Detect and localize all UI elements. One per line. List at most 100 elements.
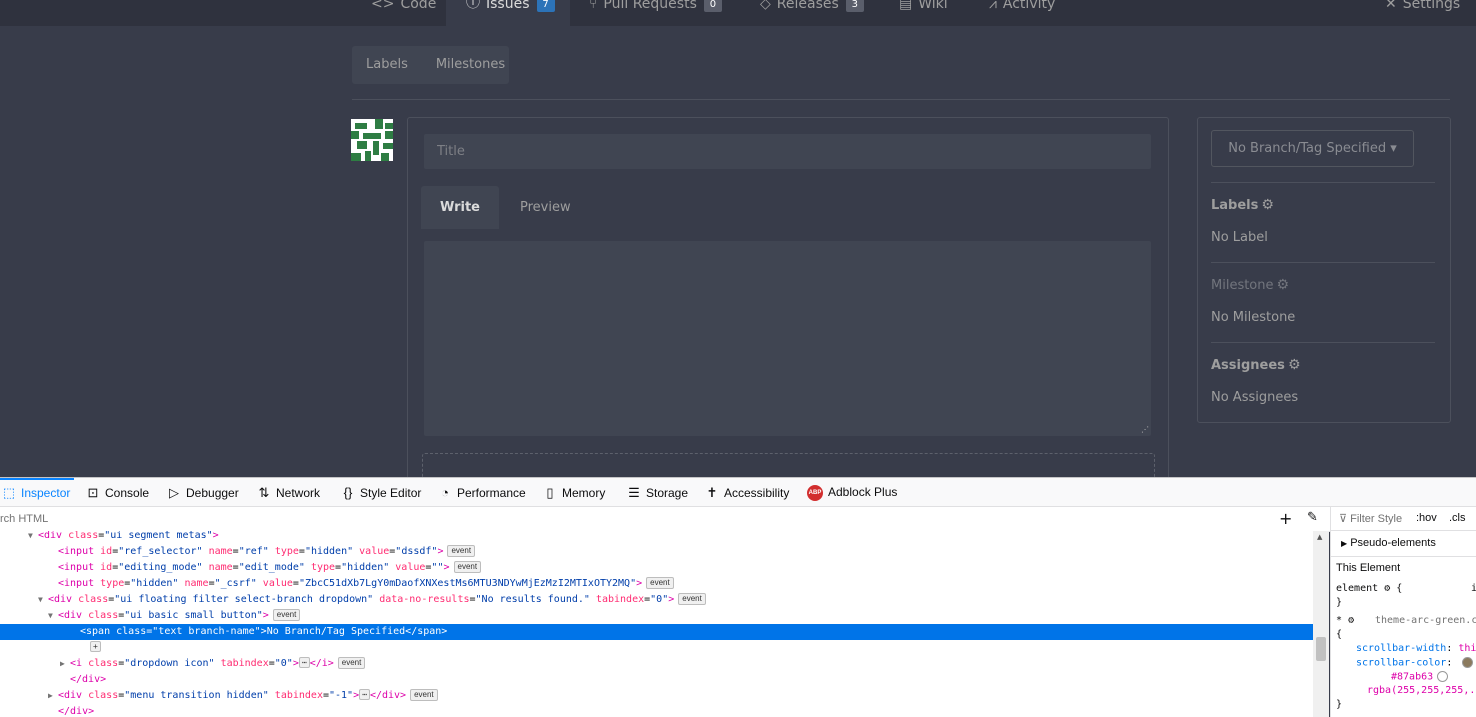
milestones-link[interactable]: Milestones [422,46,519,84]
resize-grip-icon[interactable]: ⋰ [1141,426,1149,434]
assignees-value: No Assignees [1211,390,1299,405]
devtools-tabbar: ⬚ Inspector ⊡ Console ▷ Debugger ⇅ Network {… [0,477,1476,507]
devtools-tab-adblock-plus[interactable]: ABP Adblock Plus [807,478,897,507]
labels-heading[interactable]: Labels ⚙ [1211,197,1274,213]
event-badge[interactable]: event [337,657,366,669]
color-value-rgba: rgba(255,255,255,.1 [1367,685,1476,696]
markup-node[interactable]: + [0,640,1313,656]
milestone-heading[interactable]: Milestone ⚙ [1211,277,1289,293]
cls-toggle[interactable]: .cls [1449,512,1466,524]
decl-scrollbar-width[interactable]: scrollbar-width: thi [1356,643,1476,654]
tab-code[interactable]: <> Code [371,0,436,26]
element-rule-trail: i [1471,583,1476,594]
devtools-tab-memory[interactable]: ▯ Memory [543,478,605,507]
color-swatch[interactable] [1462,657,1474,668]
event-badge[interactable]: event [410,689,438,701]
filter-styles-input[interactable]: ⊽ Filter Style [1339,512,1402,525]
assignees-heading[interactable]: Assignees ⚙ [1211,357,1301,373]
filter-icon: ⊽ [1339,513,1348,525]
markup-node[interactable]: ▼ <div class="ui basic small button"> even… [0,608,1313,624]
expand-toggle-icon[interactable]: ▼ [48,608,58,624]
devtools-tab-performance[interactable]: ◔ Performance [438,478,526,507]
branch-select-button[interactable]: No Branch/Tag Specified ▾ [1211,130,1414,167]
markup-node[interactable]: </div> [0,672,1313,688]
markup-node[interactable]: <input id="ref_selector" name="ref" type… [0,544,1313,560]
rules-divider [1331,530,1476,531]
milestone-value: No Milestone [1211,310,1296,325]
milestone-heading-text: Milestone [1211,278,1274,293]
element-rule-gear-icon[interactable]: ⚙ [1384,583,1390,594]
markup-node[interactable]: <input type="hidden" name="_csrf" value=… [0,576,1313,592]
devtools-tab-accessibility[interactable]: ✝ Accessibility [705,478,790,507]
issue-title-input[interactable] [424,134,1151,169]
storage-icon: ☰ [628,485,640,500]
event-badge[interactable]: event [646,577,674,589]
scroll-up-icon[interactable]: ▲ [1317,533,1322,541]
devtools-tab-console[interactable]: ⊡ Console [86,478,149,507]
labels-heading-text: Labels [1211,198,1259,213]
tab-settings[interactable]: ✕ Settings [1385,0,1460,26]
markup-scrollbar[interactable]: ▲ [1313,531,1329,717]
code-icon: <> [371,0,395,12]
search-html-input[interactable]: rch HTML [0,507,48,531]
decl-scrollbar-color[interactable]: scrollbar-color: [1356,657,1474,669]
expand-toggle-icon[interactable]: ▼ [38,592,48,608]
rules-panel: ⊽ Filter Style :hov .cls ▶ Pseudo-elemen… [1330,507,1476,717]
gear-icon: ⚙ [1287,357,1301,373]
console-icon: ⊡ [87,485,99,500]
markup-node[interactable]: ▶ <div class="menu transition hidden" tab… [0,688,1313,704]
markup-node[interactable]: ▼ <div class="ui floating filter select-b… [0,592,1313,608]
tab-releases[interactable]: ◇ Releases 3 [760,0,864,26]
event-badge[interactable]: event [678,593,706,605]
tab-preview[interactable]: Preview [520,186,571,229]
markup-node[interactable]: <span class="text branch-name">No Branch… [0,624,1313,640]
markup-node[interactable]: </div> [0,704,1313,717]
event-badge[interactable]: event [272,609,301,621]
markup-node[interactable]: ▶ <i class="dropdown icon" tabindex="0"> ⋯… [0,656,1313,672]
devtools-tab-style-editor[interactable]: {} Style Editor [341,478,422,507]
markup-node[interactable]: <input id="editing_mode" name="edit_mode… [0,560,1313,576]
expand-toggle-icon[interactable]: ▼ [28,531,38,544]
pseudo-elements-toggle[interactable]: ▶ Pseudo-elements [1341,537,1436,549]
pull-request-icon: ⑂ [589,0,598,12]
universal-rule-open: { [1336,629,1343,640]
devtools-tab-label: Console [105,486,150,500]
issue-body-textarea[interactable]: ⋰ [424,241,1151,436]
memory-icon: ▯ [546,485,554,500]
devtools-tab-debugger[interactable]: ▷ Debugger [167,478,239,507]
pull-requests-count-badge: 0 [703,0,722,12]
avatar[interactable] [351,119,393,161]
tab-write[interactable]: Write [421,186,499,229]
universal-rule-gear-icon[interactable]: ⚙ [1348,615,1354,626]
add-node-icon[interactable]: + [1279,509,1292,529]
color-swatch[interactable] [1437,671,1449,682]
prop-name: scrollbar-color [1356,657,1447,669]
assignees-heading-text: Assignees [1211,358,1285,373]
labels-link[interactable]: Labels [352,46,422,84]
expand-toggle-icon[interactable]: ▶ [60,656,70,672]
element-rule-brace: { [1396,583,1403,594]
caret-down-icon: ▾ [1390,141,1397,156]
rules-divider [1331,556,1476,557]
tab-issues[interactable]: ⓘ Issues 7 [446,0,570,26]
devtools-tab-label: Adblock Plus [828,485,898,499]
sidebar-divider [1211,182,1435,183]
section-divider [352,99,1450,100]
devtools-tab-network[interactable]: ⇅ Network [257,478,320,507]
stylesheet-link[interactable]: theme-arc-green.c [1375,615,1476,626]
markup-node[interactable]: ▼ <div class="ui segment metas"> [0,531,1313,544]
scroll-thumb[interactable] [1316,637,1326,661]
tab-activity[interactable]: ⩘ Activity [989,0,1055,26]
event-badge[interactable]: event [447,545,476,557]
performance-icon: ◔ [441,485,449,500]
tab-pull-requests[interactable]: ⑂ Pull Requests 0 [589,0,722,26]
hov-toggle[interactable]: :hov [1416,512,1437,524]
tag-icon: ◇ [760,0,771,12]
eyedropper-icon[interactable]: ✎ [1307,510,1318,525]
devtools-tab-storage[interactable]: ☰ Storage [627,478,688,507]
devtools-tab-inspector[interactable]: ⬚ Inspector [0,478,75,507]
accessibility-icon: ✝ [706,485,718,500]
event-badge[interactable]: event [453,561,482,573]
expand-toggle-icon[interactable]: ▶ [48,688,58,704]
tab-wiki[interactable]: ▤ Wiki [899,0,948,26]
